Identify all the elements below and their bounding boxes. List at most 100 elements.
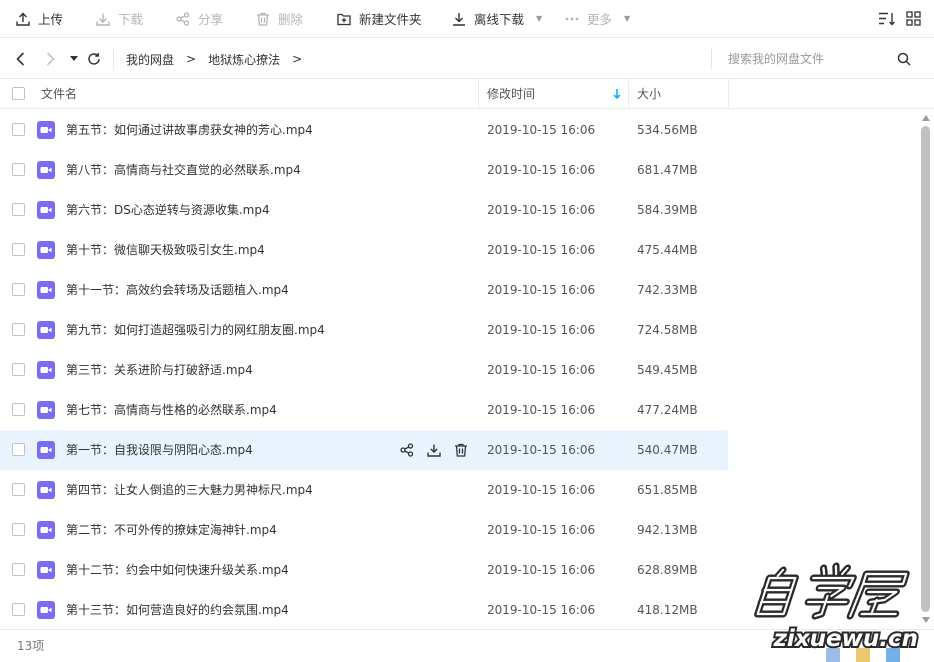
history-dropdown[interactable] xyxy=(68,39,80,79)
breadcrumb-item-root[interactable]: 我的网盘 xyxy=(126,51,174,68)
row-checkbox[interactable] xyxy=(12,483,25,496)
row-checkbox[interactable] xyxy=(12,603,25,616)
file-size: 549.45MB xyxy=(637,363,698,377)
video-file-icon xyxy=(37,241,55,259)
new-folder-button[interactable]: 新建文件夹 xyxy=(337,0,422,38)
row-checkbox[interactable] xyxy=(12,243,25,256)
file-name[interactable]: 第六节：DS心态逆转与资源收集.mp4 xyxy=(66,190,270,230)
row-checkbox[interactable] xyxy=(12,403,25,416)
table-header: 文件名 修改时间 大小 xyxy=(0,79,934,109)
file-name[interactable]: 第十二节：约会中如何快速升级关系.mp4 xyxy=(66,550,289,590)
offline-download-label: 离线下载 xyxy=(474,12,525,27)
file-name[interactable]: 第二节：不可外传的撩妹定海神针.mp4 xyxy=(66,510,277,550)
scroll-down-arrow-icon[interactable] xyxy=(921,616,931,624)
share-label: 分享 xyxy=(198,12,224,27)
file-name[interactable]: 第三节：关系进阶与打破舒适.mp4 xyxy=(66,350,253,390)
video-file-icon xyxy=(37,201,55,219)
breadcrumb-separator[interactable]: > xyxy=(292,52,302,66)
file-modified: 2019-10-15 16:06 xyxy=(487,203,596,217)
column-divider[interactable] xyxy=(628,79,629,109)
forward-button[interactable] xyxy=(42,39,58,79)
table-row[interactable]: 第九节：如何打造超强吸引力的网红朋友圈.mp4 2019-10-15 16:06 7… xyxy=(0,310,728,350)
table-row[interactable]: 第十节：微信聊天极致吸引女生.mp4 2019-10-15 16:06 475.44… xyxy=(0,230,728,270)
file-modified: 2019-10-15 16:06 xyxy=(487,243,596,257)
download-button[interactable]: 下载 xyxy=(96,0,143,38)
row-checkbox[interactable] xyxy=(12,323,25,336)
column-divider[interactable] xyxy=(478,79,479,109)
breadcrumb-item-current[interactable]: 地狱炼心撩法 xyxy=(208,51,280,68)
row-checkbox[interactable] xyxy=(12,363,25,376)
column-header-modified[interactable]: 修改时间 xyxy=(487,79,535,109)
row-checkbox[interactable] xyxy=(12,563,25,576)
file-size: 942.13MB xyxy=(637,523,698,537)
file-name[interactable]: 第十一节：高效约会转场及话题植入.mp4 xyxy=(66,270,289,310)
file-name[interactable]: 第一节：自我设限与阴阳心态.mp4 xyxy=(66,430,253,470)
more-button[interactable]: 更多 ▼ xyxy=(565,0,630,38)
delete-button[interactable]: 删除 xyxy=(256,0,303,38)
chevron-down-icon[interactable]: ▼ xyxy=(536,14,542,23)
search-input[interactable] xyxy=(728,52,888,66)
table-row[interactable]: 第六节：DS心态逆转与资源收集.mp4 2019-10-15 16:06 584.3… xyxy=(0,190,728,230)
table-row[interactable]: 第一节：自我设限与阴阳心态.mp4 2019-10-15 16:06 540.47M… xyxy=(0,430,728,470)
file-size: 742.33MB xyxy=(637,283,698,297)
file-modified: 2019-10-15 16:06 xyxy=(487,443,596,457)
trash-icon[interactable] xyxy=(452,441,470,459)
trash-icon xyxy=(257,12,269,26)
chevron-left-icon xyxy=(15,51,24,66)
share-button[interactable]: 分享 xyxy=(176,0,223,38)
table-row[interactable]: 第十一节：高效约会转场及话题植入.mp4 2019-10-15 16:06 742.… xyxy=(0,270,728,310)
select-all-checkbox[interactable] xyxy=(12,87,25,100)
table-row[interactable]: 第十二节：约会中如何快速升级关系.mp4 2019-10-15 16:06 628.… xyxy=(0,550,728,590)
file-modified: 2019-10-15 16:06 xyxy=(487,323,596,337)
refresh-button[interactable] xyxy=(86,39,102,79)
table-row[interactable]: 第三节：关系进阶与打破舒适.mp4 2019-10-15 16:06 549.45M… xyxy=(0,350,728,390)
table-row[interactable]: 第七节：高情商与性格的必然联系.mp4 2019-10-15 16:06 477.2… xyxy=(0,390,728,430)
file-name[interactable]: 第八节：高情商与社交直觉的必然联系.mp4 xyxy=(66,150,301,190)
row-checkbox[interactable] xyxy=(12,523,25,536)
row-checkbox[interactable] xyxy=(12,163,25,176)
grid-view-icon[interactable] xyxy=(906,11,921,26)
table-row[interactable]: 第五节：如何通过讲故事虏获女神的芳心.mp4 2019-10-15 16:06 53… xyxy=(0,110,728,150)
scrollbar-thumb[interactable] xyxy=(921,126,930,612)
chevron-down-icon[interactable]: ▼ xyxy=(624,14,630,23)
file-name[interactable]: 第十三节：如何营造良好的约会氛围.mp4 xyxy=(66,590,289,630)
file-modified: 2019-10-15 16:06 xyxy=(487,483,596,497)
table-row[interactable]: 第四节：让女人倒追的三大魅力男神标尺.mp4 2019-10-15 16:06 65… xyxy=(0,470,728,510)
file-modified: 2019-10-15 16:06 xyxy=(487,363,596,377)
table-row[interactable]: 第十三节：如何营造良好的约会氛围.mp4 2019-10-15 16:06 418.… xyxy=(0,590,728,630)
column-divider[interactable] xyxy=(728,79,729,109)
search-icon[interactable] xyxy=(897,52,911,66)
delete-label: 删除 xyxy=(278,12,304,27)
row-checkbox[interactable] xyxy=(12,203,25,216)
column-header-size[interactable]: 大小 xyxy=(637,79,661,109)
file-name[interactable]: 第四节：让女人倒追的三大魅力男神标尺.mp4 xyxy=(66,470,313,510)
table-row[interactable]: 第二节：不可外传的撩妹定海神针.mp4 2019-10-15 16:06 942.1… xyxy=(0,510,728,550)
share-icon[interactable] xyxy=(398,441,416,459)
download-icon[interactable] xyxy=(425,441,443,459)
file-size: 584.39MB xyxy=(637,203,698,217)
sort-icon[interactable] xyxy=(878,11,896,27)
upload-button[interactable]: 上传 xyxy=(16,0,63,38)
divider xyxy=(113,49,114,69)
file-modified: 2019-10-15 16:06 xyxy=(487,123,596,137)
back-button[interactable] xyxy=(12,39,28,79)
scroll-up-arrow-icon[interactable] xyxy=(921,114,931,122)
row-checkbox[interactable] xyxy=(12,123,25,136)
status-bar: 13项 xyxy=(0,629,934,662)
file-name[interactable]: 第十节：微信聊天极致吸引女生.mp4 xyxy=(66,230,265,270)
file-modified: 2019-10-15 16:06 xyxy=(487,603,596,617)
file-name[interactable]: 第九节：如何打造超强吸引力的网红朋友圈.mp4 xyxy=(66,310,325,350)
file-name[interactable]: 第五节：如何通过讲故事虏获女神的芳心.mp4 xyxy=(66,110,313,150)
column-header-name[interactable]: 文件名 xyxy=(41,79,77,109)
video-file-icon xyxy=(37,161,55,179)
sort-desc-icon[interactable] xyxy=(613,88,621,100)
table-row[interactable]: 第八节：高情商与社交直觉的必然联系.mp4 2019-10-15 16:06 681… xyxy=(0,150,728,190)
video-file-icon xyxy=(37,121,55,139)
search-box xyxy=(711,39,934,79)
row-checkbox[interactable] xyxy=(12,283,25,296)
row-checkbox[interactable] xyxy=(12,443,25,456)
file-size: 651.85MB xyxy=(637,483,698,497)
file-size: 724.58MB xyxy=(637,323,698,337)
file-name[interactable]: 第七节：高情商与性格的必然联系.mp4 xyxy=(66,390,277,430)
offline-download-button[interactable]: 离线下载 ▼ xyxy=(452,0,542,38)
